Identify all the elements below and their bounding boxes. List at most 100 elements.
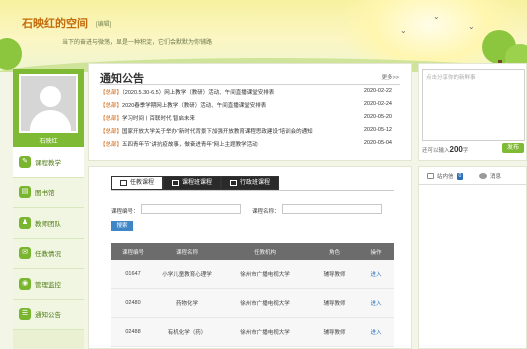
bird-icon: ⌄ xyxy=(433,12,440,21)
folder-icon xyxy=(230,180,238,186)
news-date: 2020-02-22 xyxy=(363,88,392,94)
column-header: 操作 xyxy=(370,249,382,256)
course-no-input[interactable] xyxy=(141,204,241,214)
news-tag: 【总部】 xyxy=(100,116,123,122)
username[interactable]: 石映红 xyxy=(13,136,84,145)
eye-icon: ◉ xyxy=(19,277,31,290)
column-header: 课程名称 xyxy=(175,249,198,256)
course-name-cell: 有机化学（药） xyxy=(167,330,207,336)
list-item[interactable]: 【总部】国家开放大学关于举办“新时代背景下加强开放教育课程思政建设”培训会的通知… xyxy=(100,127,400,139)
search-button[interactable]: 搜索 xyxy=(111,221,133,231)
book-icon: ✎ xyxy=(19,155,31,168)
sidebar-item-library[interactable]: ▤ 图书馆 xyxy=(13,177,84,208)
institution-cell: 徐州市广播电视大学 xyxy=(240,330,290,336)
divider xyxy=(100,84,400,85)
list-item[interactable]: 【总部】2020春季学期网上教学（教研）活动、午间直播课堂安排表 2020-02… xyxy=(100,101,400,113)
news-label: 消息 xyxy=(490,174,502,180)
course-name-input[interactable] xyxy=(282,204,382,214)
notice-icon: ☰ xyxy=(19,308,31,321)
more-link[interactable]: 更多>> xyxy=(382,73,399,81)
char-count-prefix: 还可以输入 xyxy=(422,148,450,154)
news-date: 2020-05-04 xyxy=(363,140,392,146)
tab-label: 课程班课程 xyxy=(182,180,213,186)
course-name-label: 课程名称： xyxy=(252,209,280,215)
courses-table: 课程编号 课程名称 任教机构 角色 操作 01647 小学儿童教育心理学 徐州市… xyxy=(111,243,394,347)
status-input[interactable]: 点击分享你的新鲜事 xyxy=(422,69,525,141)
page-header: ⌄ ⌄ ⌄ 石映红的空间 [编辑] 当下的奋进与微荡，显是一种积淀，它们会默默为… xyxy=(0,0,527,72)
news-tag: 【总部】 xyxy=(100,103,123,109)
courses-panel: 任教课程 课程班课程 行政班课程 课程编号： 课程名称： 搜索 课程编号 课程名… xyxy=(88,166,412,349)
list-item[interactable]: 【总部】五四青年节“讲抗疫故事，做奋进青年”网上主题教学活动 2020-05-0… xyxy=(100,140,400,152)
institution-cell: 徐州市广播电视大学 xyxy=(240,301,290,307)
messages-bar: 站内信 0 消息 xyxy=(419,167,526,185)
news-tag: 【总部】 xyxy=(100,90,123,96)
divider xyxy=(111,190,394,191)
chat-icon: ✉ xyxy=(19,247,31,260)
tab-class-courses[interactable]: 课程班课程 xyxy=(163,176,222,190)
bird-icon: ⌄ xyxy=(400,26,407,35)
sidebar-item-notices[interactable]: ☰ 通知公告 xyxy=(13,299,84,330)
news-title[interactable]: 2020春季学期网上教学（教研）活动、午间直播课堂安排表 xyxy=(122,103,266,109)
role-cell: 辅导教师 xyxy=(323,330,346,336)
notice-panel: 通知公告 更多>> 【总部】（2020.5.30-6.5）网上教学（教研）活动、… xyxy=(88,63,412,161)
role-cell: 辅导教师 xyxy=(323,272,346,278)
avatar-head xyxy=(40,86,61,107)
news-date: 2020-05-20 xyxy=(363,114,392,120)
site-title: 石映红的空间 xyxy=(22,18,88,30)
sidebar-item-course-teaching[interactable]: ✎ 课程教学 xyxy=(13,147,84,178)
sidebar-menu: ✎ 课程教学 ▤ 图书馆 ♟ 教师团队 ✉ 任教情况 ◉ 管理监控 ☰ 通知公告 xyxy=(13,147,84,330)
column-header: 任教机构 xyxy=(253,249,276,256)
news-tag: 【总部】 xyxy=(100,129,123,135)
news-title[interactable]: 五四青年节“讲抗疫故事，做奋进青年”网上主题教学活动 xyxy=(122,142,258,148)
tab-admin-class-courses[interactable]: 行政班课程 xyxy=(221,176,280,190)
char-count-suffix: 字 xyxy=(462,148,469,154)
messages-panel: 站内信 0 消息 xyxy=(418,166,527,349)
table-header: 课程编号 课程名称 任教机构 角色 操作 xyxy=(111,243,394,260)
course-no-label: 课程编号： xyxy=(111,209,139,215)
tree-decoration xyxy=(0,38,22,70)
news-date: 2020-05-12 xyxy=(363,127,392,133)
table-row: 02488 有机化学（药） 徐州市广播电视大学 辅导教师 进入 xyxy=(111,318,394,347)
edit-title-link[interactable]: [编辑] xyxy=(96,19,111,28)
sidebar-item-label: 通知公告 xyxy=(35,312,61,320)
course-no-cell: 02488 xyxy=(125,329,141,335)
institution-cell: 徐州市广播电视大学 xyxy=(240,272,290,278)
inbox-label: 站内信 xyxy=(437,174,454,180)
course-name-cell: 药物化学 xyxy=(175,301,198,307)
sidebar-item-teaching-status[interactable]: ✉ 任教情况 xyxy=(13,238,84,269)
news-link[interactable]: 消息 xyxy=(479,172,501,180)
news-date: 2020-02-24 xyxy=(363,101,392,107)
news-title[interactable]: 学习时间丨百联时代 智启未来 xyxy=(122,116,195,122)
list-item[interactable]: 【总部】学习时间丨百联时代 智启未来 2020-05-20 xyxy=(100,114,400,126)
inbox-count-badge: 0 xyxy=(456,172,464,180)
envelope-icon xyxy=(427,173,434,179)
news-title[interactable]: （2020.5.30-6.5）网上教学（教研）活动、午间直播课堂安排表 xyxy=(122,90,274,96)
team-icon: ♟ xyxy=(19,216,31,229)
sidebar-item-label: 教师团队 xyxy=(35,220,61,228)
role-cell: 辅导教师 xyxy=(323,301,346,307)
enter-link[interactable]: 进入 xyxy=(358,328,394,336)
sidebar: 石映红 ✎ 课程教学 ▤ 图书馆 ♟ 教师团队 ✉ 任教情况 ◉ 管理监控 ☰ … xyxy=(13,69,84,349)
library-icon: ▤ xyxy=(19,186,31,199)
course-name-cell: 小学儿童教育心理学 xyxy=(162,272,212,278)
tab-teaching-courses[interactable]: 任教课程 xyxy=(111,176,164,190)
char-count-value: 200 xyxy=(449,145,463,154)
avatar-body xyxy=(30,110,71,131)
inbox-link[interactable]: 站内信 0 xyxy=(427,172,464,180)
tab-label: 行政班课程 xyxy=(240,180,271,186)
sidebar-item-teacher-team[interactable]: ♟ 教师团队 xyxy=(13,208,84,239)
motto-text: 当下的奋进与微荡，显是一种积淀，它们会默默为你铺路 xyxy=(62,40,213,46)
avatar[interactable] xyxy=(19,74,78,133)
list-item[interactable]: 【总部】（2020.5.30-6.5）网上教学（教研）活动、午间直播课堂安排表 … xyxy=(100,88,400,100)
sidebar-item-label: 任教情况 xyxy=(35,251,61,259)
publish-button[interactable]: 发布 xyxy=(502,143,524,153)
course-no-cell: 01647 xyxy=(125,271,141,277)
table-row: 01647 小学儿童教育心理学 徐州市广播电视大学 辅导教师 进入 xyxy=(111,260,394,289)
sidebar-item-label: 课程教学 xyxy=(35,159,61,167)
enter-link[interactable]: 进入 xyxy=(358,299,394,307)
enter-link[interactable]: 进入 xyxy=(358,270,394,278)
char-count: 还可以输入200字 xyxy=(422,145,468,154)
sidebar-item-monitoring[interactable]: ◉ 管理监控 xyxy=(13,269,84,300)
news-title[interactable]: 国家开放大学关于举办“新时代背景下加强开放教育课程思政建设”培训会的通知 xyxy=(122,129,313,135)
news-tag: 【总部】 xyxy=(100,142,123,148)
